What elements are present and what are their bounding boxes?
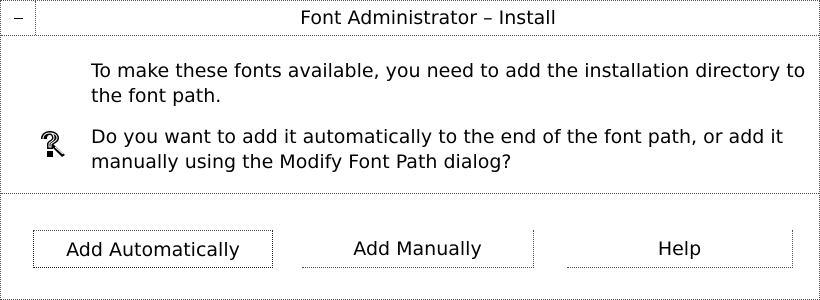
- message-text: To make these fonts available, you need …: [91, 59, 811, 191]
- help-button[interactable]: Help: [567, 230, 793, 268]
- message-paragraph-1: To make these fonts available, you need …: [91, 60, 806, 107]
- add-automatically-button[interactable]: Add Automatically: [33, 230, 273, 268]
- window-menu-icon: [13, 17, 23, 19]
- add-manually-button[interactable]: Add Manually: [302, 230, 534, 268]
- help-label: Help: [657, 238, 702, 260]
- dialog-window: Font Administrator – Install To make the…: [0, 0, 820, 300]
- window-title: Font Administrator – Install: [300, 7, 556, 29]
- message-paragraph-2: Do you want to add it automatically to t…: [91, 126, 784, 173]
- window-menu-button[interactable]: [1, 1, 36, 35]
- message-area: To make these fonts available, you need …: [1, 36, 819, 194]
- question-icon: [41, 131, 65, 157]
- button-row: Add Automatically Add Manually Help: [1, 194, 819, 299]
- title-bar: Font Administrator – Install: [1, 1, 819, 36]
- add-manually-label: Add Manually: [353, 238, 482, 260]
- add-automatically-label: Add Automatically: [66, 239, 240, 261]
